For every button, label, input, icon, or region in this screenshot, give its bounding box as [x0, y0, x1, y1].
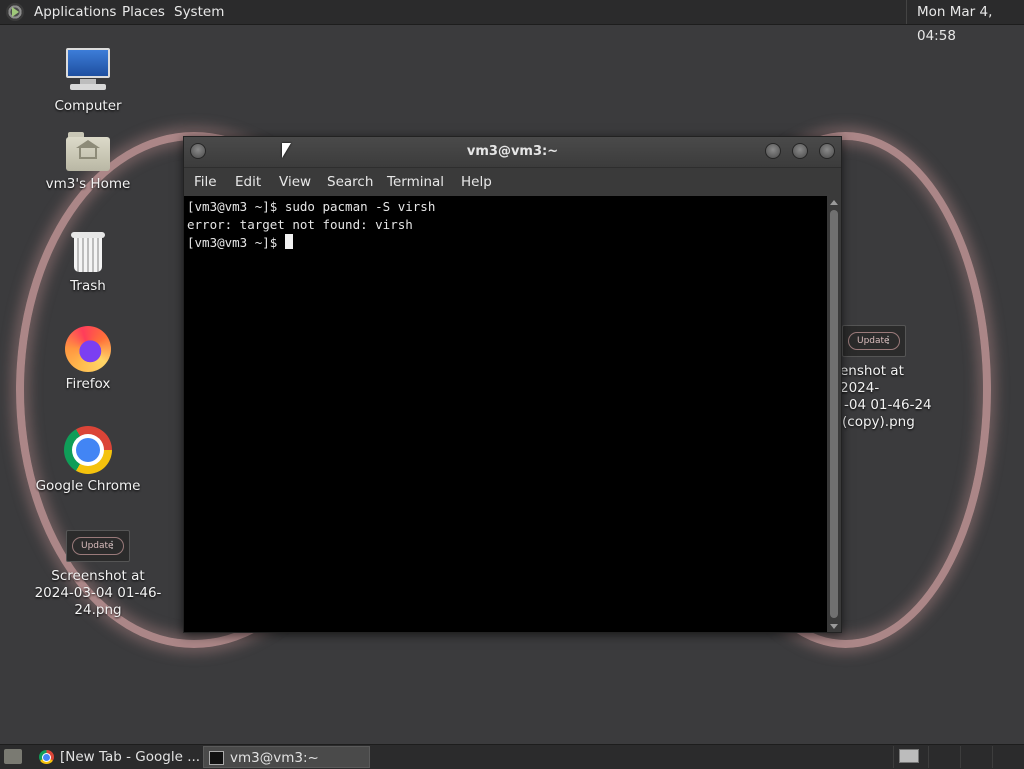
firefox-icon	[65, 326, 111, 372]
scroll-up-arrow-icon[interactable]	[830, 200, 838, 205]
top-panel: Applications Places System Mon Mar 4, 04…	[0, 0, 1024, 44]
desktop-icon-computer[interactable]: Computer	[18, 46, 158, 115]
scroll-down-arrow-icon[interactable]	[830, 624, 838, 629]
terminal-window[interactable]: vm3@vm3:~ File Edit View Search Terminal…	[183, 136, 842, 633]
menu-view[interactable]: View	[279, 168, 311, 196]
desktop-icon-label: vm3's Home	[45, 176, 131, 192]
thumbnail-update-text: Update	[72, 537, 124, 555]
workspace-1-icon[interactable]	[899, 749, 919, 763]
workspace-switcher-3[interactable]	[960, 746, 991, 768]
menu-help[interactable]: Help	[461, 168, 492, 196]
mate-logo-icon[interactable]	[6, 3, 24, 21]
taskbar-item-terminal[interactable]: vm3@vm3:~	[203, 746, 370, 768]
taskbar-item-chrome[interactable]: [New Tab - Google ...	[34, 746, 200, 768]
places-menu[interactable]: Places	[122, 0, 165, 24]
desktop-icon-label: Google Chrome	[35, 478, 141, 494]
desktop-icon-label: Computer	[54, 98, 122, 114]
desktop-icon-label-line: enshot at 2024-	[840, 363, 904, 396]
minimize-button[interactable]	[765, 143, 781, 159]
chrome-icon	[39, 750, 54, 764]
terminal-scrollbar[interactable]	[827, 196, 841, 632]
image-thumbnail-icon: Update	[66, 530, 130, 562]
image-thumbnail-icon: Update	[842, 325, 906, 357]
terminal-prompt-line: [vm3@vm3 ~]$	[187, 234, 293, 252]
menu-terminal[interactable]: Terminal	[387, 168, 444, 196]
desktop-icon-label-line: -04 01-46-24	[844, 397, 932, 413]
clock[interactable]: Mon Mar 4, 04:58	[906, 0, 1024, 44]
desktop-icon-trash[interactable]: Trash	[18, 230, 158, 295]
computer-icon	[64, 46, 112, 94]
maximize-button[interactable]	[792, 143, 808, 159]
menu-edit[interactable]: Edit	[235, 168, 261, 196]
terminal-prompt: [vm3@vm3 ~]$	[187, 235, 285, 250]
desktop-icon-home[interactable]: vm3's Home	[18, 128, 158, 193]
system-menu[interactable]: System	[174, 0, 224, 24]
text-cursor	[284, 234, 293, 249]
desktop-icon-label: Firefox	[65, 376, 111, 392]
menu-file[interactable]: File	[194, 168, 217, 196]
desktop-icon-screenshot[interactable]: Update Screenshot at 2024-03-04 01-46-24…	[28, 530, 168, 619]
desktop-icon-firefox[interactable]: Firefox	[18, 326, 158, 393]
terminal-output[interactable]: [vm3@vm3 ~]$ sudo pacman -S virsh error:…	[184, 196, 827, 632]
desktop-icon-label: Screenshot at 2024-03-04 01-46-24.png	[34, 568, 162, 618]
thumbnail-update-text: Update	[848, 332, 900, 350]
taskbar-item-label: vm3@vm3:~	[230, 750, 319, 766]
show-desktop-icon[interactable]	[4, 749, 22, 764]
workspace-switcher-2[interactable]	[928, 746, 959, 768]
home-folder-icon	[66, 132, 110, 172]
scrollbar-thumb[interactable]	[830, 210, 838, 618]
trash-icon	[70, 230, 106, 274]
taskbar-item-label: [New Tab - Google ...	[60, 749, 200, 765]
desktop-icon-label: Trash	[70, 278, 106, 294]
desktop-icon-chrome[interactable]: Google Chrome	[18, 426, 158, 495]
menu-search[interactable]: Search	[327, 168, 373, 196]
bottom-panel: [New Tab - Google ... vm3@vm3:~	[0, 744, 1024, 769]
terminal-line: error: target not found: virsh	[187, 217, 413, 232]
terminal-icon	[209, 751, 224, 765]
close-button[interactable]	[819, 143, 835, 159]
terminal-menubar: File Edit View Search Terminal Help	[184, 168, 841, 196]
mouse-pointer-icon	[282, 143, 291, 158]
desktop-icon-label-line: (copy).png	[842, 414, 915, 430]
applications-menu[interactable]: Applications	[34, 0, 116, 24]
workspace-switcher-4[interactable]	[992, 746, 1023, 768]
terminal-line: [vm3@vm3 ~]$ sudo pacman -S virsh	[187, 199, 436, 214]
chrome-icon	[64, 426, 112, 474]
desktop-icon-screenshot-copy[interactable]: Update enshot at 2024- -04 01-46-24 (cop…	[838, 325, 938, 431]
